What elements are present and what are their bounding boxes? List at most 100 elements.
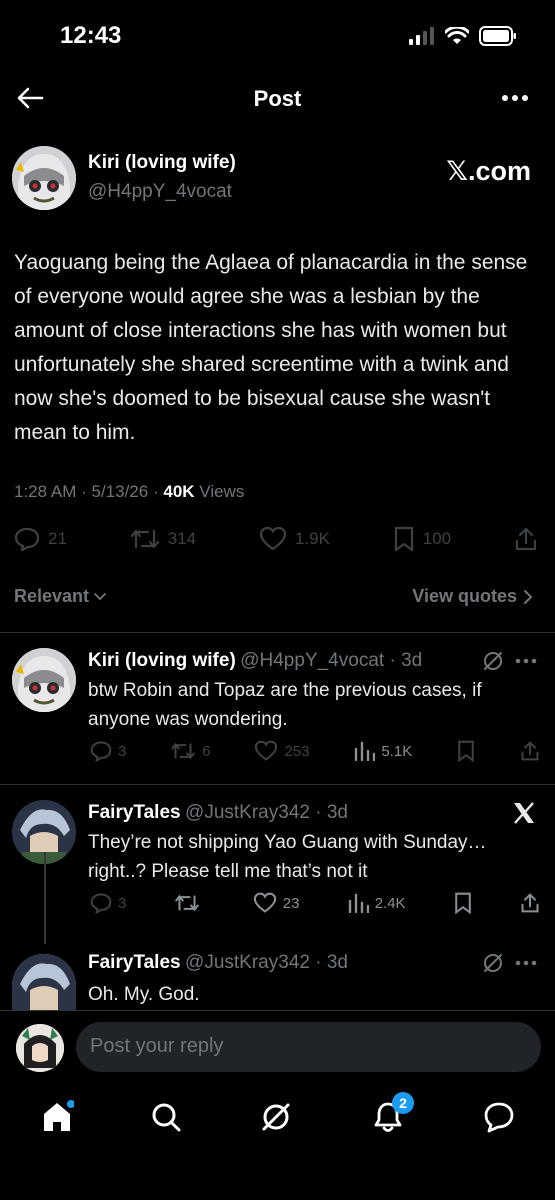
views-label: Views xyxy=(199,482,245,501)
reply-action[interactable]: 3 xyxy=(90,892,126,914)
sort-label: Relevant xyxy=(14,586,90,606)
more-options-icon[interactable] xyxy=(515,658,537,664)
meta-separator: · xyxy=(81,482,92,501)
bookmark-action[interactable] xyxy=(456,740,476,762)
reply-author-name[interactable]: FairyTales xyxy=(88,952,181,973)
like-action[interactable]: 1.9K xyxy=(259,526,330,552)
reply-action[interactable]: 21 xyxy=(14,526,67,552)
status-time: 12:43 xyxy=(60,22,122,49)
reply-icon xyxy=(90,741,112,762)
divider xyxy=(0,784,555,785)
more-options-icon[interactable] xyxy=(515,960,537,966)
repost-action[interactable] xyxy=(174,893,206,913)
repost-action[interactable]: 314 xyxy=(130,527,196,551)
search-icon[interactable] xyxy=(150,1101,182,1133)
x-logo-icon xyxy=(514,802,534,824)
battery-icon xyxy=(479,26,516,46)
like-count: 23 xyxy=(282,894,300,912)
reply-age: 3d xyxy=(326,952,348,973)
signal-icon xyxy=(409,27,434,45)
home-icon[interactable] xyxy=(40,1100,74,1134)
reply-age: 3d xyxy=(401,650,423,671)
author-handle[interactable]: @H4ppY_4vocat xyxy=(88,181,232,203)
reply-author-name[interactable]: Kiri (loving wife) xyxy=(88,650,236,671)
avatar-image xyxy=(16,1024,64,1072)
bookmark-icon xyxy=(454,892,471,914)
views-action[interactable]: 5.1K xyxy=(353,741,412,761)
reply-header: FairyTales @JustKray342 · 3d xyxy=(88,802,348,824)
sort-dropdown[interactable]: Relevant xyxy=(14,586,107,607)
reply-count: 3 xyxy=(118,742,127,760)
notifications-tab[interactable]: 2 xyxy=(372,1092,414,1136)
share-action[interactable] xyxy=(520,892,540,914)
reply-header: Kiri (loving wife) @H4ppY_4vocat · 3d xyxy=(88,650,422,672)
user-avatar[interactable] xyxy=(16,1024,64,1072)
repost-count: 314 xyxy=(167,529,197,548)
views-count: 2.4K xyxy=(374,894,406,912)
source-badge: 𝕏.com xyxy=(446,156,531,186)
reply-icon xyxy=(90,893,112,914)
like-action[interactable]: 253 xyxy=(254,740,309,762)
reply-text: They’re not shipping Yao Guang with Sund… xyxy=(88,832,487,882)
repost-count: 6 xyxy=(202,742,211,760)
views-icon xyxy=(355,741,376,761)
reply-text: Oh. My. God. xyxy=(88,984,200,1005)
reply-input-placeholder: Post your reply xyxy=(90,1035,224,1057)
like-action[interactable]: 23 xyxy=(253,892,300,914)
reply-actions: 3 6 253 5.1K xyxy=(90,740,540,762)
chevron-right-icon xyxy=(524,589,533,604)
views-action[interactable]: 2.4K xyxy=(347,893,406,913)
author-avatar[interactable] xyxy=(12,146,76,210)
heart-icon xyxy=(253,892,276,913)
reply-icon xyxy=(14,527,40,552)
reply-author-handle[interactable]: @H4ppY_4vocat xyxy=(240,650,384,671)
divider xyxy=(0,632,555,633)
reply-avatar[interactable] xyxy=(12,648,76,712)
reply-avatar[interactable] xyxy=(12,954,76,1010)
reply-separator: · xyxy=(384,650,402,671)
avatar-image xyxy=(12,146,76,210)
grok-icon[interactable] xyxy=(260,1101,292,1133)
bookmark-action[interactable] xyxy=(453,892,473,914)
post-meta: 1:28 AM · 5/13/26 · 40K Views xyxy=(14,482,244,502)
reply-action[interactable]: 3 xyxy=(90,740,126,762)
reply-author-handle[interactable]: @JustKray342 xyxy=(185,952,310,973)
heart-icon xyxy=(259,526,287,551)
status-icons xyxy=(409,26,517,46)
view-quotes-label: View quotes xyxy=(412,586,517,606)
reply-author-handle[interactable]: @JustKray342 xyxy=(185,802,310,823)
thread-line xyxy=(44,852,46,944)
reply-header: FairyTales @JustKray342 · 3d xyxy=(88,952,348,974)
grok-icon[interactable] xyxy=(482,650,504,672)
like-count: 253 xyxy=(284,742,310,760)
views-icon xyxy=(348,893,369,913)
bookmark-action[interactable]: 100 xyxy=(393,526,451,552)
post-time: 1:28 AM xyxy=(14,482,77,501)
avatar-image xyxy=(12,954,76,1010)
reply-actions: 3 23 2.4K xyxy=(90,892,540,914)
reply-separator: · xyxy=(309,802,327,823)
meta-separator: · xyxy=(152,482,164,501)
more-options-icon[interactable] xyxy=(501,94,529,102)
views-count: 40K xyxy=(163,482,195,501)
view-quotes-link[interactable]: View quotes xyxy=(412,586,533,607)
share-icon xyxy=(515,527,537,551)
bookmark-count: 100 xyxy=(422,529,452,548)
bookmark-icon xyxy=(394,526,413,552)
grok-icon[interactable] xyxy=(482,952,504,974)
share-icon xyxy=(521,741,539,761)
post-text: Yaoguang being the Aglaea of planacardia… xyxy=(14,251,528,444)
share-icon xyxy=(521,893,539,913)
repost-icon xyxy=(174,894,199,912)
page-title: Post xyxy=(253,86,302,111)
messages-icon[interactable] xyxy=(482,1100,516,1134)
share-action[interactable] xyxy=(514,526,538,552)
reply-author-name[interactable]: FairyTales xyxy=(88,802,181,823)
reply-text: btw Robin and Topaz are the previous cas… xyxy=(88,680,482,730)
repost-action[interactable]: 6 xyxy=(170,741,211,761)
wifi-icon xyxy=(445,27,469,44)
share-action[interactable] xyxy=(520,740,540,762)
views-count: 5.1K xyxy=(381,742,413,760)
divider xyxy=(0,1010,555,1011)
author-name[interactable]: Kiri (loving wife) xyxy=(88,152,236,174)
